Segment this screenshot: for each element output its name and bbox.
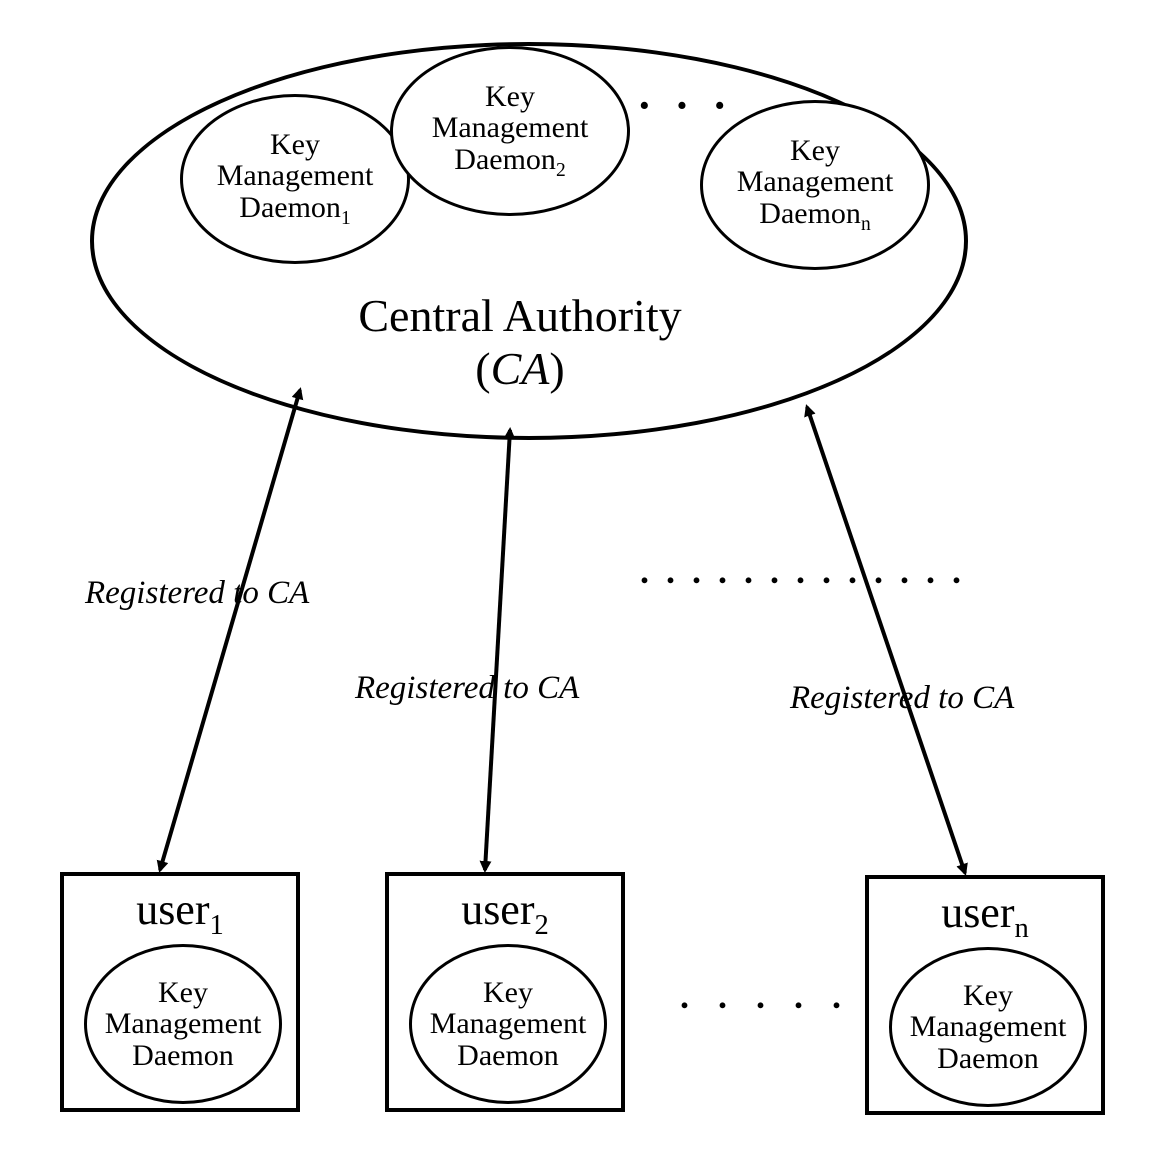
- ca-title-paren-close: ): [549, 343, 564, 394]
- ca-title-line1: Central Authority: [260, 290, 780, 343]
- user-1-daemon-line1: Key: [158, 976, 208, 1009]
- diagram-root: Central Authority (CA) Key Management Da…: [0, 0, 1164, 1164]
- user-n-daemon-line1: Key: [963, 979, 1013, 1012]
- ca-daemon-ellipsis: · · ·: [637, 80, 733, 131]
- user-1-daemon-line2: Management: [105, 1007, 262, 1040]
- user-n-title-sub: n: [1015, 913, 1029, 944]
- ca-daemon-2-line3: Daemon: [454, 143, 556, 176]
- ca-title-ca: CA: [491, 343, 550, 394]
- edge-label-1: Registered to CA: [85, 575, 309, 612]
- ca-daemon-1: Key Management Daemon1: [180, 94, 410, 264]
- edge-user1-ca: [160, 390, 300, 870]
- edge-user2-ca: [485, 430, 510, 870]
- user-2-daemon-text: Key Management Daemon: [430, 977, 587, 1072]
- user-2-title: user2: [389, 884, 621, 942]
- user-1-daemon-line3: Daemon: [132, 1039, 234, 1072]
- user-n-daemon-line3: Daemon: [937, 1042, 1039, 1075]
- ca-daemon-1-line1: Key: [270, 128, 320, 161]
- edge-usern-ca: [807, 407, 965, 873]
- user-1-daemon: Key Management Daemon: [84, 944, 282, 1104]
- user-2-title-prefix: user: [461, 885, 534, 934]
- ca-daemon-n-sub: n: [861, 214, 871, 235]
- central-authority-title: Central Authority (CA): [260, 290, 780, 396]
- ca-title-line2: (CA): [260, 343, 780, 396]
- user-2-box: user2 Key Management Daemon: [385, 872, 625, 1112]
- ca-daemon-1-line2: Management: [217, 159, 374, 192]
- user-n-daemon: Key Management Daemon: [889, 947, 1087, 1107]
- ca-daemon-n-line3: Daemon: [759, 197, 861, 230]
- user-1-title-sub: 1: [210, 910, 224, 941]
- midline-dots: . . . . . . . . . . . . .: [640, 550, 965, 592]
- user-n-title: usern: [869, 887, 1101, 945]
- user-ellipsis: . . . . .: [680, 975, 851, 1017]
- ca-daemon-1-sub: 1: [341, 208, 351, 229]
- user-2-daemon-line1: Key: [483, 976, 533, 1009]
- ca-daemon-n-line2: Management: [737, 165, 894, 198]
- user-1-daemon-text: Key Management Daemon: [105, 977, 262, 1072]
- ca-daemon-1-line3: Daemon: [239, 191, 341, 224]
- user-2-daemon-line2: Management: [430, 1007, 587, 1040]
- user-2-title-sub: 2: [535, 910, 549, 941]
- edge-label-2: Registered to CA: [355, 670, 579, 707]
- user-n-title-prefix: user: [941, 888, 1014, 937]
- user-1-box: user1 Key Management Daemon: [60, 872, 300, 1112]
- ca-daemon-2-line1: Key: [485, 80, 535, 113]
- user-1-title-prefix: user: [136, 885, 209, 934]
- user-n-daemon-line2: Management: [910, 1010, 1067, 1043]
- user-n-daemon-text: Key Management Daemon: [910, 980, 1067, 1075]
- ca-daemon-n-line1: Key: [790, 134, 840, 167]
- ca-daemon-2-sub: 2: [556, 160, 566, 181]
- ca-daemon-1-text: Key Management Daemon1: [217, 129, 374, 229]
- ca-daemon-2-text: Key Management Daemon2: [432, 81, 589, 181]
- ca-daemon-n: Key Management Daemonn: [700, 100, 930, 270]
- user-n-box: usern Key Management Daemon: [865, 875, 1105, 1115]
- edge-label-3: Registered to CA: [790, 680, 1014, 717]
- user-1-title: user1: [64, 884, 296, 942]
- ca-title-paren-open: (: [475, 343, 490, 394]
- user-2-daemon-line3: Daemon: [457, 1039, 559, 1072]
- ca-daemon-n-text: Key Management Daemonn: [737, 135, 894, 235]
- user-2-daemon: Key Management Daemon: [409, 944, 607, 1104]
- ca-daemon-2-line2: Management: [432, 111, 589, 144]
- ca-daemon-2: Key Management Daemon2: [390, 46, 630, 216]
